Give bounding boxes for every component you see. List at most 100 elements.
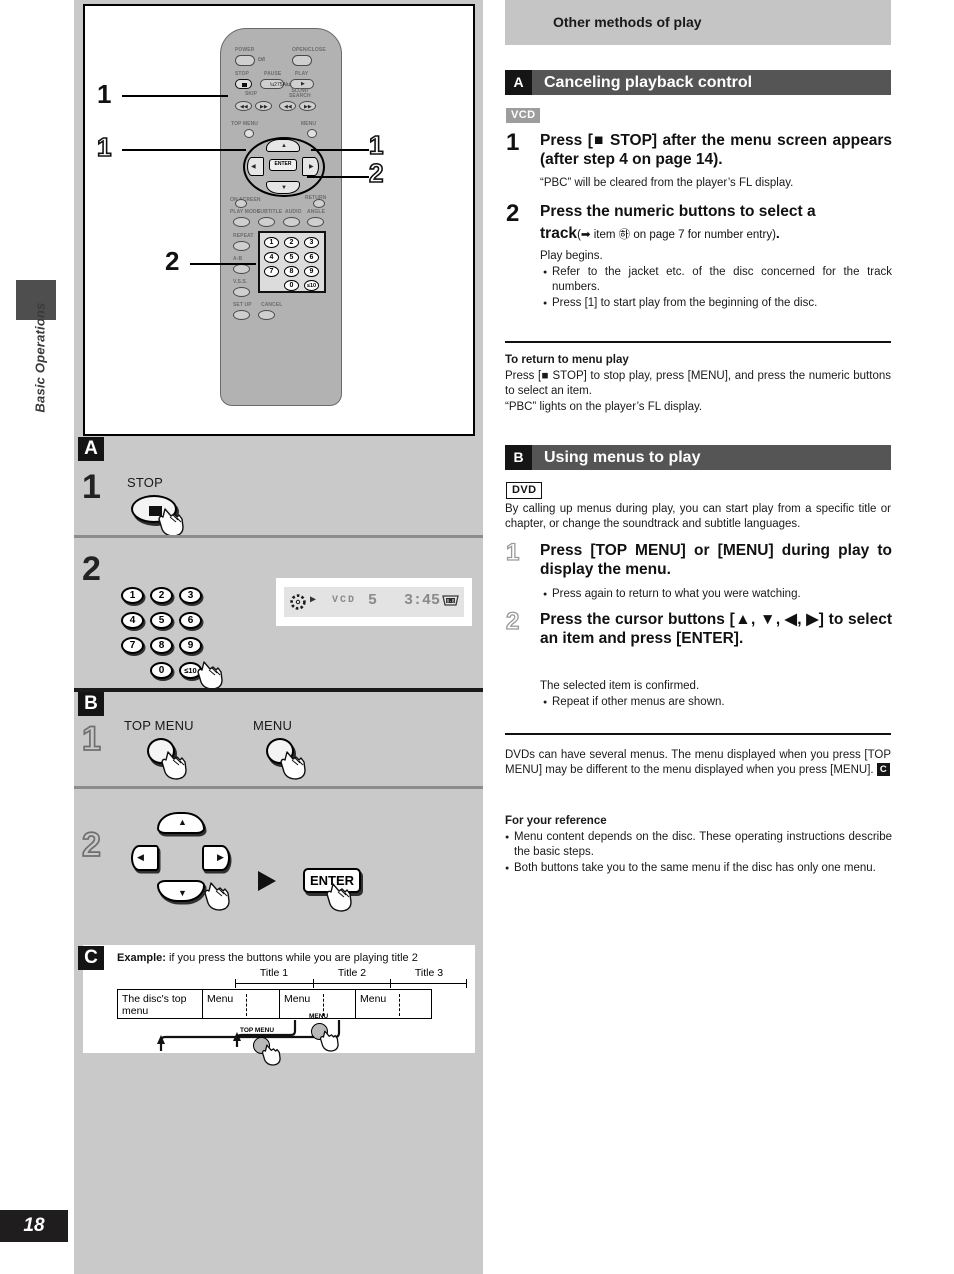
remote-search-fwd-button[interactable]: ▶▶: [299, 101, 316, 111]
remote-return-button[interactable]: [313, 199, 325, 208]
section-a-divider: [505, 341, 891, 344]
section-a-step2-bullet-1: Refer to the jacket etc. of the disc con…: [543, 265, 892, 296]
remote-setup-button[interactable]: [233, 310, 250, 320]
example-caption-bold: Example:: [117, 952, 166, 964]
remote-key-6[interactable]: 6: [304, 252, 319, 263]
cursor-right-button[interactable]: ▶: [202, 845, 230, 871]
remote-key-7[interactable]: 7: [264, 266, 279, 277]
callout-numeric-2: 2: [165, 246, 180, 276]
for-your-reference-title: For your reference: [505, 815, 607, 827]
remote-key-over10[interactable]: ≤10: [304, 280, 319, 291]
cell-divider-dash: [399, 994, 400, 1016]
remote-key-0[interactable]: 0: [284, 280, 299, 291]
remote-menu-button[interactable]: [307, 129, 317, 138]
section-a-step2-body: Play begins.: [540, 250, 603, 262]
remote-key-9[interactable]: 9: [304, 266, 319, 277]
keypad-key-7[interactable]: 7: [121, 637, 144, 654]
remote-key-5[interactable]: 5: [284, 252, 299, 263]
remote-key-4[interactable]: 4: [264, 252, 279, 263]
keypad-key-3[interactable]: 3: [179, 587, 202, 604]
stop-square-icon: [242, 83, 247, 87]
keypad-key-2[interactable]: 2: [150, 587, 173, 604]
remote-pause-button[interactable]: \u275A\u275A: [260, 79, 302, 89]
remote-label-menu: MENU: [301, 121, 317, 127]
section-b-step1-bullet-1: Press again to return to what you were w…: [543, 587, 892, 603]
remote-numeric-keypad[interactable]: 1 2 3 4 5 6 7 8 9 0 ≤10: [258, 231, 326, 293]
keypad-key-4[interactable]: 4: [121, 612, 144, 629]
remote-skip-back-button[interactable]: ◀◀: [235, 101, 252, 111]
disc-tag-vcd: VCD: [506, 108, 541, 123]
section-a-step2-reference: (➡ item ㉻ on page 7 for number entry): [577, 229, 776, 241]
remote-label-pause: PAUSE: [264, 71, 282, 77]
section-b-step1-number: 1: [505, 539, 520, 566]
remote-audio-button[interactable]: [283, 217, 300, 227]
enter-button-illustration[interactable]: ENTER: [303, 868, 361, 893]
remote-repeat-button[interactable]: [233, 241, 250, 251]
section-a-step1-body: “PBC” will be cleared from the player’s …: [540, 177, 794, 189]
keypad-key-1[interactable]: 1: [121, 587, 144, 604]
axis-tick: [466, 979, 468, 988]
cursor-down-icon: ▼: [178, 888, 187, 898]
callout-menu-1: 1: [368, 129, 384, 161]
section-a-step2-heading-line2: track(➡ item ㉻ on page 7 for number entr…: [540, 225, 780, 242]
keypad-key-over10[interactable]: ≤10: [179, 662, 202, 679]
remote-skip-fwd-button[interactable]: ▶▶: [255, 101, 272, 111]
section-a-step2-track-word: track: [540, 225, 578, 242]
remote-angle-button[interactable]: [307, 217, 324, 227]
section-a-title: Canceling playback control: [544, 74, 753, 91]
panel-a-step2-number: 2: [82, 550, 101, 588]
remote-power-button[interactable]: [235, 55, 255, 66]
remote-label-vss: V.S.S.: [233, 279, 248, 285]
section-a-step1-number: 1: [506, 129, 520, 156]
remote-label-angle: ANGLE: [307, 209, 325, 215]
example-top-menu-button[interactable]: [253, 1037, 270, 1054]
remote-enter-button[interactable]: ENTER: [269, 159, 297, 171]
for-your-reference-bullet-1: Menu content depends on the disc. These …: [505, 830, 892, 861]
remote-search-back-button[interactable]: ◀◀: [279, 101, 296, 111]
remote-label-play: PLAY: [295, 71, 309, 77]
remote-label-stop: STOP: [235, 71, 249, 77]
section-a-step2-number: 2: [506, 200, 520, 227]
menu-button-illustration[interactable]: [266, 738, 294, 764]
remote-top-menu-button[interactable]: [244, 129, 254, 138]
fl-play-icon: ▶: [310, 595, 317, 606]
power-icon: ⏻/I: [258, 57, 265, 63]
remote-cursor-left[interactable]: ◀: [247, 157, 264, 176]
remote-open-close-button[interactable]: [292, 55, 312, 66]
remote-subtitle-button[interactable]: [258, 217, 275, 227]
fl-display-screen: ▶ VCD 5 3:45 8-8: [284, 587, 464, 617]
remote-key-1[interactable]: 1: [264, 237, 279, 248]
panel-b-step2-number: 2: [81, 826, 102, 864]
chapter-label: Basic Operations: [32, 302, 48, 413]
keypad-key-0[interactable]: 0: [150, 662, 173, 679]
example-top-menu-label: TOP MENU: [240, 1027, 275, 1034]
remote-on-screen-button[interactable]: [235, 199, 247, 208]
remote-cancel-button[interactable]: [258, 310, 275, 320]
remote-cursor-right[interactable]: ▶: [302, 157, 319, 176]
sequence-arrow-icon: [258, 871, 276, 891]
keypad-key-6[interactable]: 6: [179, 612, 202, 629]
callout-line-cursor-right: [307, 176, 369, 178]
remote-key-8[interactable]: 8: [284, 266, 299, 277]
keypad-key-9[interactable]: 9: [179, 637, 202, 654]
inline-badge-c: C: [876, 763, 890, 777]
keypad-key-8[interactable]: 8: [150, 637, 173, 654]
cursor-left-button[interactable]: ◀: [131, 845, 159, 871]
keypad-key-5[interactable]: 5: [150, 612, 173, 629]
top-menu-button-illustration[interactable]: [147, 738, 175, 764]
remote-play-mode-button[interactable]: [233, 217, 250, 227]
remote-key-3[interactable]: 3: [304, 237, 319, 248]
example-menu-button[interactable]: [311, 1023, 328, 1040]
remote-label-audio: AUDIO: [285, 209, 302, 215]
remote-ab-button[interactable]: [233, 264, 250, 274]
cursor-up-button[interactable]: ▲: [157, 812, 205, 834]
remote-vss-button[interactable]: [233, 287, 250, 297]
disc-tag-dvd: DVD: [506, 482, 543, 499]
remote-cursor-up[interactable]: ▲: [266, 139, 300, 152]
remote-key-2[interactable]: 2: [284, 237, 299, 248]
remote-stop-button[interactable]: [235, 79, 252, 89]
axis-tick: [235, 979, 237, 988]
remote-illustration-box: POWER OPEN/CLOSE ⏻/I STOP PAUSE PLAY \u2…: [83, 4, 475, 436]
stop-button-illustration[interactable]: [131, 495, 177, 523]
section-band-title: Other methods of play: [553, 14, 702, 30]
